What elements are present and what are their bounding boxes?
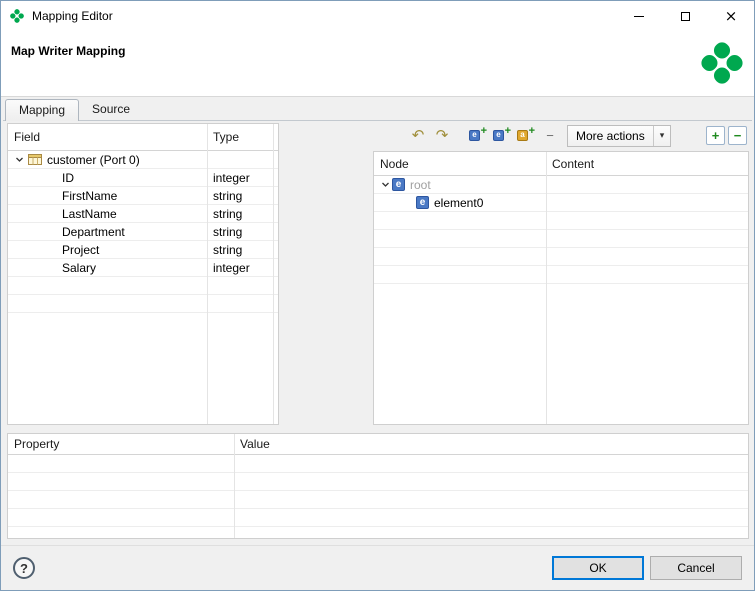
field-name: ID	[62, 170, 74, 185]
help-button[interactable]: ?	[13, 557, 35, 579]
field-row[interactable]: ID integer	[8, 169, 278, 187]
cancel-button[interactable]: Cancel	[650, 556, 742, 580]
close-icon: ×	[724, 6, 738, 25]
field-row[interactable]: Department string	[8, 223, 278, 241]
empty-row	[374, 212, 748, 230]
field-root-row[interactable]: customer (Port 0)	[8, 151, 278, 169]
map-arrow-icon: ↶	[411, 126, 425, 144]
add-child-element-icon: e +	[469, 125, 487, 144]
field-type: string	[213, 242, 243, 257]
empty-row	[374, 266, 748, 284]
field-table: Field Type customer (Port 0) ID integer …	[7, 123, 279, 425]
close-button[interactable]: ×	[708, 1, 754, 31]
field-row[interactable]: Salary integer	[8, 259, 278, 277]
node-root-label: root	[410, 177, 431, 192]
help-icon: ?	[20, 560, 28, 576]
tab-bar: Mapping Source	[3, 99, 752, 121]
node-child-label: element0	[434, 195, 484, 210]
window-controls: ×	[616, 1, 754, 31]
element-icon: e	[392, 178, 405, 191]
field-type: string	[213, 206, 243, 221]
dropdown-arrow-icon: ▾	[659, 130, 665, 140]
clover-logo-icon	[698, 39, 746, 87]
field-column-divider[interactable]	[207, 124, 208, 424]
more-actions-button[interactable]: More actions ▾	[567, 124, 672, 147]
empty-row	[8, 277, 278, 295]
unmap-arrow-button[interactable]: ↷	[431, 125, 453, 147]
property-table: Property Value	[7, 433, 749, 539]
remove-node-icon: −	[546, 128, 554, 143]
field-type: integer	[213, 260, 250, 275]
field-name: Salary	[62, 260, 97, 275]
field-name: Project	[62, 242, 100, 257]
element-icon: e	[416, 196, 429, 209]
empty-row	[8, 491, 748, 509]
map-arrow-button[interactable]: ↶	[407, 125, 429, 147]
node-root-content[interactable]	[546, 176, 748, 194]
field-row[interactable]: LastName string	[8, 205, 278, 223]
expand-all-icon: +	[711, 128, 720, 143]
column-header-field[interactable]: Field	[8, 130, 207, 144]
add-attribute-button[interactable]: a +	[515, 125, 537, 147]
empty-row	[8, 509, 748, 527]
type-column-divider[interactable]	[273, 124, 274, 424]
record-metadata-icon	[28, 153, 43, 166]
remove-node-button[interactable]: −	[539, 125, 561, 147]
maximize-button[interactable]	[662, 1, 708, 31]
property-column-divider[interactable]	[234, 434, 235, 538]
chevron-expanded-icon[interactable]	[378, 180, 392, 189]
add-child-element-button[interactable]: e +	[467, 125, 489, 147]
node-child-row[interactable]: e element0	[374, 194, 748, 212]
dialog-title: Map Writer Mapping	[11, 44, 126, 58]
column-header-content[interactable]: Content	[546, 157, 748, 171]
empty-row	[8, 473, 748, 491]
property-table-header: Property Value	[8, 434, 748, 455]
unmap-arrow-icon: ↷	[435, 126, 449, 144]
field-name: Department	[62, 224, 125, 239]
node-table: Node Content e root e element0	[373, 151, 749, 425]
tab-mapping[interactable]: Mapping	[5, 99, 80, 121]
empty-row	[8, 295, 278, 313]
column-header-node[interactable]: Node	[374, 157, 546, 171]
field-table-header: Field Type	[8, 124, 278, 151]
field-type: string	[213, 224, 243, 239]
more-actions-label: More actions	[576, 128, 645, 143]
empty-row	[374, 248, 748, 266]
field-name: FirstName	[62, 188, 118, 203]
maximize-icon	[680, 11, 690, 21]
field-row[interactable]: FirstName string	[8, 187, 278, 205]
add-element-icon: e +	[493, 125, 511, 144]
node-column-divider[interactable]	[546, 152, 547, 424]
field-row[interactable]: Project string	[8, 241, 278, 259]
field-name: LastName	[62, 206, 117, 221]
minimize-button[interactable]	[616, 1, 662, 31]
dialog-header: Map Writer Mapping	[1, 31, 754, 97]
expand-all-button[interactable]: +	[706, 126, 725, 145]
collapse-all-icon: −	[733, 128, 742, 143]
add-attribute-icon: a +	[517, 125, 535, 144]
field-type: integer	[213, 170, 250, 185]
mapping-toolbar: ↶ ↷ e + e + a + − More actions ▾ + −	[377, 122, 749, 149]
clover-app-icon	[9, 8, 25, 24]
field-root-label: customer (Port 0)	[47, 152, 140, 167]
empty-row	[374, 230, 748, 248]
tab-source[interactable]: Source	[79, 99, 143, 120]
mapping-editor-dialog: Mapping Editor × Map Writer Mapping Mapp…	[0, 0, 755, 591]
node-child-content[interactable]	[546, 194, 748, 212]
add-element-button[interactable]: e +	[491, 125, 513, 147]
button-bar: ? OK Cancel	[1, 545, 754, 590]
column-header-type[interactable]: Type	[207, 130, 278, 144]
chevron-expanded-icon[interactable]	[12, 155, 26, 164]
field-type: string	[213, 188, 243, 203]
window-title: Mapping Editor	[32, 9, 113, 23]
title-bar: Mapping Editor ×	[1, 1, 754, 31]
collapse-all-button[interactable]: −	[728, 126, 747, 145]
node-table-header: Node Content	[374, 152, 748, 176]
node-root-row[interactable]: e root	[374, 176, 748, 194]
ok-button[interactable]: OK	[552, 556, 644, 580]
column-header-value[interactable]: Value	[234, 437, 748, 451]
column-header-property[interactable]: Property	[8, 437, 234, 451]
minimize-icon	[634, 15, 644, 17]
empty-row	[8, 455, 748, 473]
